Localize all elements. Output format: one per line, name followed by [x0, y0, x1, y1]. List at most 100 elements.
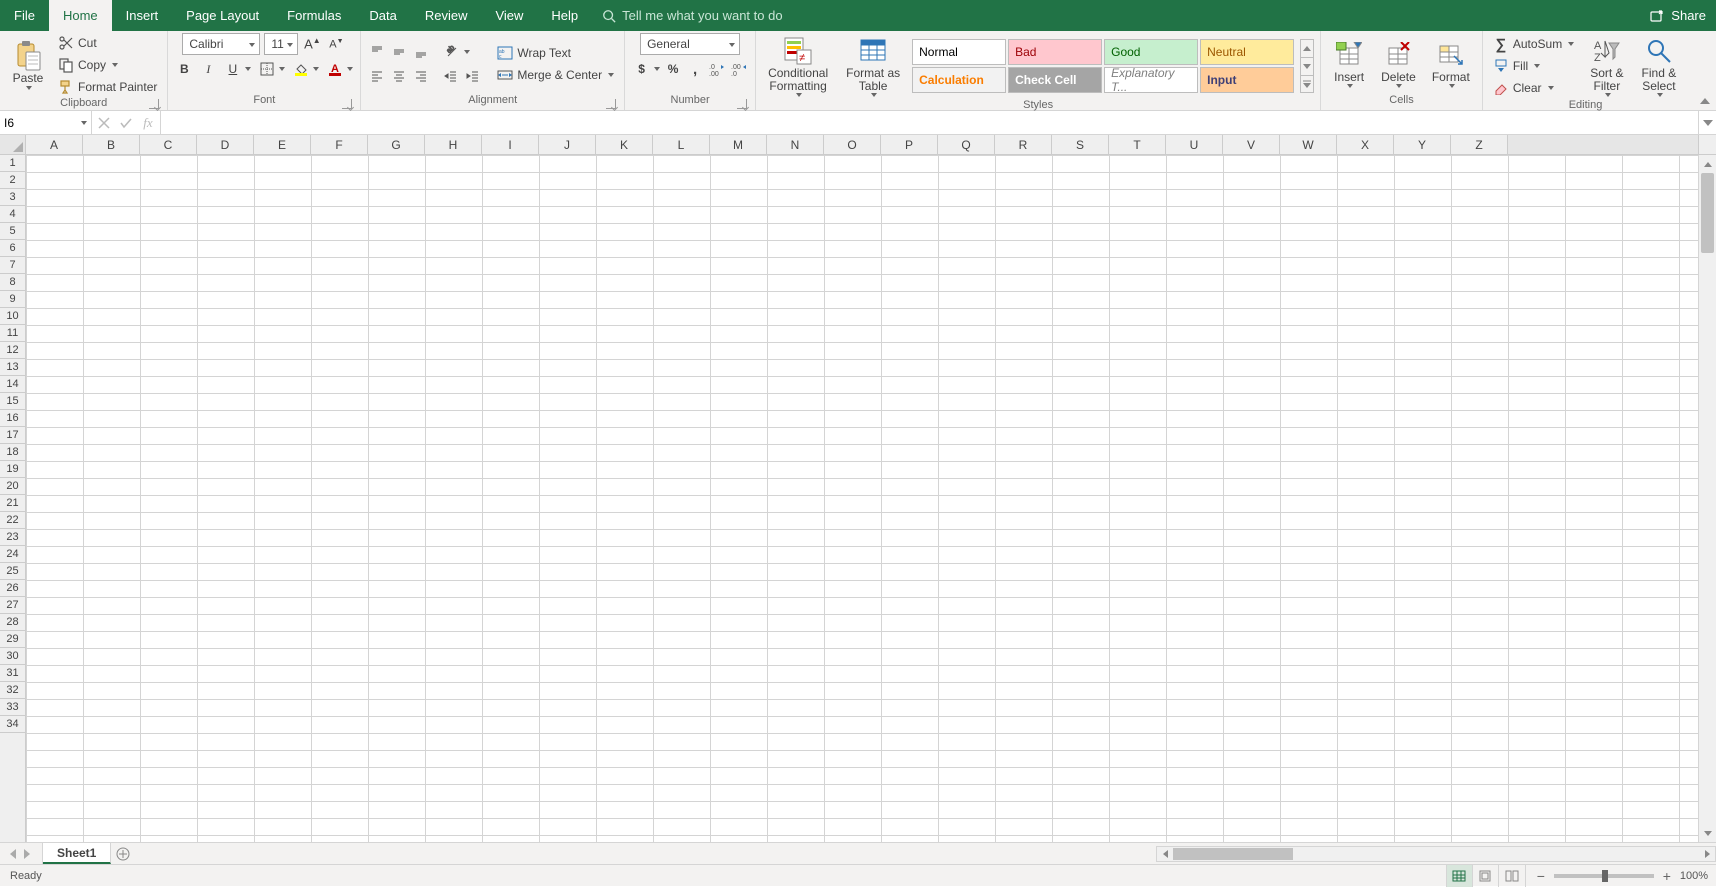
paste-button[interactable]: Paste — [6, 38, 50, 91]
cell-style-check[interactable]: Check Cell — [1008, 67, 1102, 93]
row-header[interactable]: 1 — [0, 155, 25, 172]
sheet-tab-active[interactable]: Sheet1 — [43, 843, 111, 864]
format-painter-button[interactable]: Format Painter — [54, 77, 161, 97]
zoom-out-button[interactable]: − — [1534, 869, 1548, 883]
cell-style-input[interactable]: Input — [1200, 67, 1294, 93]
column-header[interactable]: E — [254, 135, 311, 154]
column-header[interactable]: G — [368, 135, 425, 154]
conditional-formatting-button[interactable]: ≠ Conditional Formatting — [762, 33, 834, 99]
row-header[interactable]: 33 — [0, 699, 25, 716]
row-header[interactable]: 16 — [0, 410, 25, 427]
column-header[interactable]: V — [1223, 135, 1280, 154]
name-box-input[interactable] — [4, 116, 70, 130]
scroll-right-button[interactable] — [1699, 847, 1715, 861]
increase-font-size-button[interactable]: A▲ — [302, 34, 322, 54]
row-header[interactable]: 3 — [0, 189, 25, 206]
tell-me-search[interactable]: Tell me what you want to do — [602, 0, 782, 31]
orientation-button[interactable]: ab — [441, 42, 461, 62]
column-header[interactable]: J — [539, 135, 596, 154]
zoom-in-button[interactable]: + — [1660, 869, 1674, 883]
font-launcher[interactable] — [342, 99, 352, 109]
wrap-text-button[interactable]: abc Wrap Text — [493, 43, 618, 63]
column-header[interactable]: U — [1166, 135, 1223, 154]
row-header[interactable]: 20 — [0, 478, 25, 495]
insert-cells-button[interactable]: Insert — [1327, 37, 1371, 90]
vertical-scrollbar[interactable] — [1698, 155, 1716, 842]
underline-button[interactable]: U — [222, 59, 242, 79]
column-header[interactable]: D — [197, 135, 254, 154]
row-header[interactable]: 11 — [0, 325, 25, 342]
find-select-button[interactable]: Find & Select — [1636, 33, 1683, 99]
sheet-nav-first[interactable] — [8, 849, 18, 859]
column-header[interactable]: X — [1337, 135, 1394, 154]
row-header[interactable]: 32 — [0, 682, 25, 699]
name-box[interactable] — [0, 111, 92, 134]
cut-button[interactable]: Cut — [54, 33, 161, 53]
view-normal-button[interactable] — [1447, 865, 1473, 887]
menu-tab-formulas[interactable]: Formulas — [273, 0, 355, 31]
cell-style-good[interactable]: Good — [1104, 39, 1198, 65]
borders-menu[interactable] — [276, 59, 286, 79]
menu-tab-insert[interactable]: Insert — [112, 0, 173, 31]
scroll-thumb[interactable] — [1173, 848, 1293, 860]
clear-button[interactable]: Clear — [1489, 78, 1578, 98]
bold-button[interactable]: B — [174, 59, 194, 79]
orientation-menu[interactable] — [461, 42, 471, 62]
zoom-knob[interactable] — [1602, 870, 1608, 882]
column-header[interactable]: R — [995, 135, 1052, 154]
row-header[interactable]: 14 — [0, 376, 25, 393]
row-header[interactable]: 15 — [0, 393, 25, 410]
menu-tab-file[interactable]: File — [0, 0, 49, 31]
align-center-button[interactable] — [389, 66, 409, 86]
insert-function-button[interactable]: fx — [140, 115, 156, 131]
new-sheet-button[interactable] — [111, 843, 135, 864]
row-header[interactable]: 12 — [0, 342, 25, 359]
row-header[interactable]: 9 — [0, 291, 25, 308]
row-header[interactable]: 34 — [0, 716, 25, 733]
enter-formula-button[interactable] — [118, 115, 134, 131]
align-bottom-button[interactable] — [411, 42, 431, 62]
column-header[interactable]: M — [710, 135, 767, 154]
row-header[interactable]: 24 — [0, 546, 25, 563]
row-header[interactable]: 17 — [0, 427, 25, 444]
fill-color-menu[interactable] — [310, 59, 320, 79]
cell-style-bad[interactable]: Bad — [1008, 39, 1102, 65]
row-header[interactable]: 5 — [0, 223, 25, 240]
font-color-menu[interactable] — [344, 59, 354, 79]
collapse-ribbon-button[interactable] — [1698, 94, 1712, 108]
increase-indent-button[interactable] — [463, 66, 483, 86]
menu-tab-home[interactable]: Home — [49, 0, 112, 31]
view-page-layout-button[interactable] — [1473, 865, 1499, 887]
column-header[interactable]: Y — [1394, 135, 1451, 154]
horizontal-scrollbar[interactable] — [1156, 846, 1716, 862]
font-color-button[interactable]: A — [324, 59, 344, 79]
row-header[interactable]: 19 — [0, 461, 25, 478]
column-header[interactable]: W — [1280, 135, 1337, 154]
borders-button[interactable] — [256, 59, 276, 79]
gallery-more-button[interactable] — [1301, 76, 1313, 93]
column-header[interactable]: H — [425, 135, 482, 154]
row-header[interactable]: 7 — [0, 257, 25, 274]
zoom-level[interactable]: 100% — [1680, 870, 1708, 882]
column-header[interactable]: Q — [938, 135, 995, 154]
font-size-combo[interactable]: 11 — [264, 33, 298, 55]
menu-tab-view[interactable]: View — [481, 0, 537, 31]
cell-style-calc[interactable]: Calculation — [912, 67, 1006, 93]
accounting-format-button[interactable]: $ — [631, 59, 651, 79]
accounting-format-menu[interactable] — [651, 59, 661, 79]
row-header[interactable]: 25 — [0, 563, 25, 580]
column-header[interactable]: C — [140, 135, 197, 154]
share-button[interactable]: Share — [1639, 0, 1716, 31]
clipboard-launcher[interactable] — [149, 99, 159, 109]
row-header[interactable]: 2 — [0, 172, 25, 189]
column-header[interactable]: O — [824, 135, 881, 154]
row-header[interactable]: 28 — [0, 614, 25, 631]
column-header[interactable]: L — [653, 135, 710, 154]
row-header[interactable]: 31 — [0, 665, 25, 682]
fill-button[interactable]: Fill — [1489, 56, 1578, 76]
copy-button[interactable]: Copy — [54, 55, 161, 75]
row-header[interactable]: 22 — [0, 512, 25, 529]
align-right-button[interactable] — [411, 66, 431, 86]
menu-tab-page-layout[interactable]: Page Layout — [172, 0, 273, 31]
number-format-combo[interactable]: General — [640, 33, 740, 55]
